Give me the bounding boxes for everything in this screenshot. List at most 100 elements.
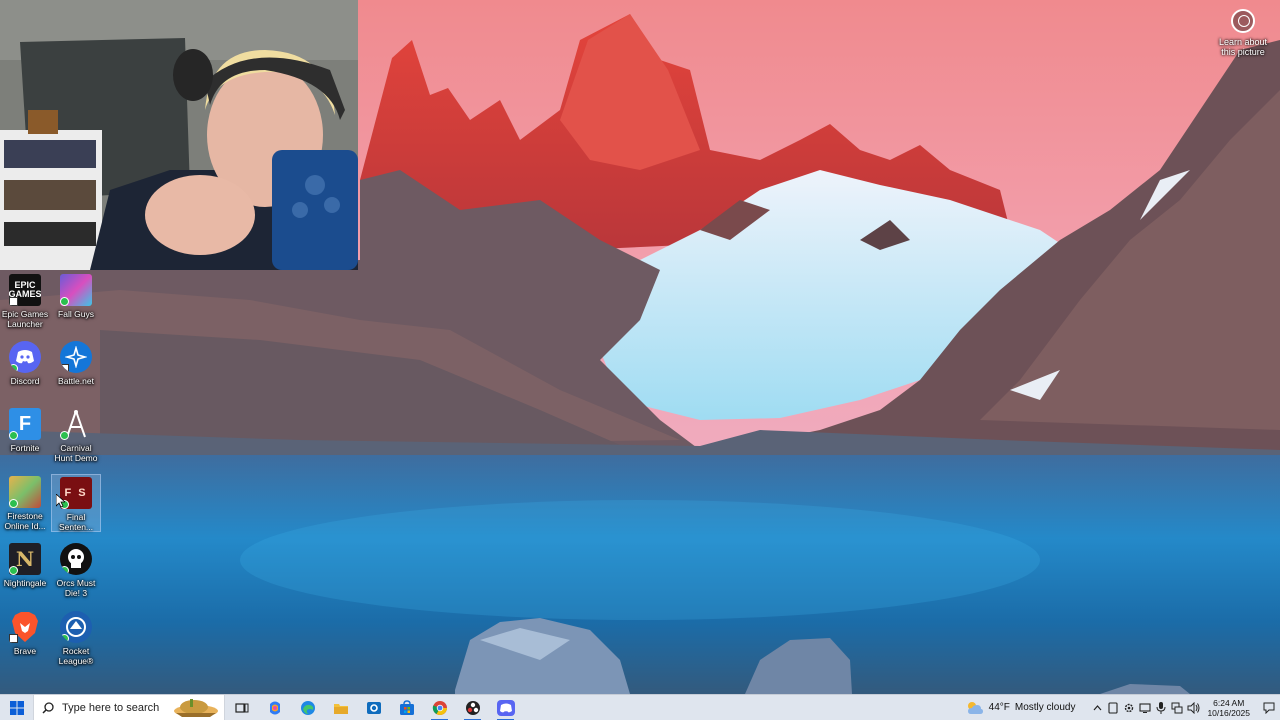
gear-icon <box>1125 703 1134 712</box>
task-view-icon <box>234 702 248 713</box>
desktop-icon-label: Carnival Hunt Demo <box>54 443 98 463</box>
search-highlight-icon <box>174 698 218 717</box>
final-sentence-icon-text: F S <box>64 487 88 499</box>
desktop-icon-label: Brave <box>13 646 37 656</box>
shortcut-arrow-icon <box>9 634 18 643</box>
mouse-cursor-icon <box>56 494 65 508</box>
fall-guys-icon <box>60 274 92 306</box>
outlook-icon <box>366 701 381 714</box>
webcam-overlay <box>0 0 358 270</box>
discord-taskbar-button[interactable] <box>489 695 522 720</box>
copilot-icon <box>269 701 280 714</box>
tablet-icon <box>1108 701 1119 714</box>
desktop-icon-label: Orcs Must Die! 3 <box>56 578 96 598</box>
copilot-button[interactable] <box>258 695 291 720</box>
file-explorer-button[interactable] <box>324 695 357 720</box>
microphone-button[interactable] <box>1153 695 1169 720</box>
desktop-icon-nightingale[interactable]: N Nightingale <box>0 543 50 588</box>
desktop-icon-brave[interactable]: Brave <box>0 611 50 656</box>
fortnite-icon: F <box>9 408 41 440</box>
weather-condition: Mostly cloudy <box>1014 702 1076 713</box>
desktop-icon-label: Fortnite <box>10 443 40 453</box>
volume-button[interactable] <box>1185 695 1201 720</box>
obs-button[interactable] <box>456 695 489 720</box>
sync-check-icon <box>9 431 18 440</box>
edge-button[interactable] <box>291 695 324 720</box>
desktop-icon-label: Battle.net <box>58 376 94 386</box>
search-icon <box>42 701 54 714</box>
discord-icon <box>9 341 41 373</box>
learn-about-this-picture-label: Learn about this picture <box>1218 37 1268 57</box>
weather-temperature: 44°F <box>988 702 1010 713</box>
desktop-icon-label: Firestone Online Id... <box>4 511 46 531</box>
chrome-button[interactable] <box>423 695 456 720</box>
orcs-must-die-icon <box>60 543 92 575</box>
sync-check-icon <box>60 431 69 440</box>
chrome-icon <box>432 700 447 715</box>
desktop-icon-label: Fall Guys <box>58 309 94 319</box>
nightingale-icon: N <box>9 543 41 575</box>
epic-games-icon: EPIC GAMES <box>9 274 41 306</box>
camera-icon <box>1231 9 1255 33</box>
chevron-up-icon <box>1093 704 1102 710</box>
task-view-button[interactable] <box>225 695 258 720</box>
carnival-hunt-icon <box>60 408 92 440</box>
partly-cloudy-icon <box>967 701 983 714</box>
desktop-icon-fortnite[interactable]: F Fortnite <box>0 408 50 453</box>
notifications-button[interactable] <box>1258 695 1280 720</box>
network-button[interactable] <box>1169 695 1185 720</box>
webcam-feed-image <box>0 0 358 270</box>
edge-icon <box>300 700 315 715</box>
battle-net-icon <box>60 341 92 373</box>
windows-logo-icon <box>9 700 24 715</box>
shortcut-arrow-icon <box>9 297 18 306</box>
tray-network-app[interactable] <box>1121 695 1137 720</box>
desktop-icon-rocket-league[interactable]: Rocket League® <box>51 611 101 666</box>
speaker-icon <box>1187 701 1200 714</box>
shortcut-arrow-icon <box>60 364 69 373</box>
sync-check-icon <box>9 364 18 373</box>
show-hidden-icons-button[interactable] <box>1089 695 1105 720</box>
clock[interactable]: 6:24 AM 10/16/2025 <box>1207 698 1250 718</box>
firestone-icon <box>9 476 41 508</box>
taskbar-search-box[interactable] <box>33 694 225 720</box>
desktop-icon-orcs-must-die-3[interactable]: Orcs Must Die! 3 <box>51 543 101 598</box>
desktop-icon-battle-net[interactable]: Battle.net <box>51 341 101 386</box>
desktop-icon-discord[interactable]: Discord <box>0 341 50 386</box>
discord-icon <box>496 699 515 716</box>
search-input[interactable] <box>62 701 182 714</box>
discord-logo-icon <box>16 350 34 364</box>
system-tray: 44°F Mostly cloudy 6:24 AM 10/16/2025 <box>966 695 1280 720</box>
desktop-icon-label: Final Senten... <box>58 512 94 532</box>
desktop-icon-label: Rocket League® <box>58 646 94 666</box>
sync-check-icon <box>60 634 69 643</box>
desktop-icon-carnival-hunt-demo[interactable]: Carnival Hunt Demo <box>51 408 101 463</box>
sync-check-icon <box>60 566 69 575</box>
clock-time: 6:24 AM <box>1213 697 1245 708</box>
start-button[interactable] <box>0 695 33 720</box>
desktop[interactable]: Learn about this picture EPIC GAMES Epic… <box>0 0 1280 694</box>
desktop-icon-label: Epic Games Launcher <box>1 309 49 329</box>
display-icon <box>1139 702 1152 713</box>
desktop-icon-label: Discord <box>10 376 40 386</box>
learn-about-this-picture[interactable]: Learn about this picture <box>1212 6 1274 57</box>
microsoft-store-button[interactable] <box>390 695 423 720</box>
obs-icon <box>465 700 480 715</box>
sync-check-icon <box>60 297 69 306</box>
desktop-icon-firestone[interactable]: Firestone Online Id... <box>0 476 50 531</box>
notification-icon <box>1263 702 1275 714</box>
taskbar: 44°F Mostly cloudy 6:24 AM 10/16/2025 <box>0 694 1280 720</box>
ethernet-icon <box>1171 702 1183 713</box>
desktop-icon-epic-games-launcher[interactable]: EPIC GAMES Epic Games Launcher <box>0 274 50 329</box>
desktop-icon-label: Nightingale <box>3 578 47 588</box>
desktop-icon-fall-guys[interactable]: Fall Guys <box>51 274 101 319</box>
tray-app-icon[interactable] <box>1105 695 1121 720</box>
tray-meet-app[interactable] <box>1137 695 1153 720</box>
weather-widget[interactable]: 44°F Mostly cloudy <box>966 701 1076 715</box>
outlook-button[interactable] <box>357 695 390 720</box>
brave-icon <box>9 611 41 643</box>
sync-check-icon <box>9 566 18 575</box>
sync-check-icon <box>9 499 18 508</box>
microphone-icon <box>1156 701 1166 714</box>
file-explorer-icon <box>333 703 348 714</box>
